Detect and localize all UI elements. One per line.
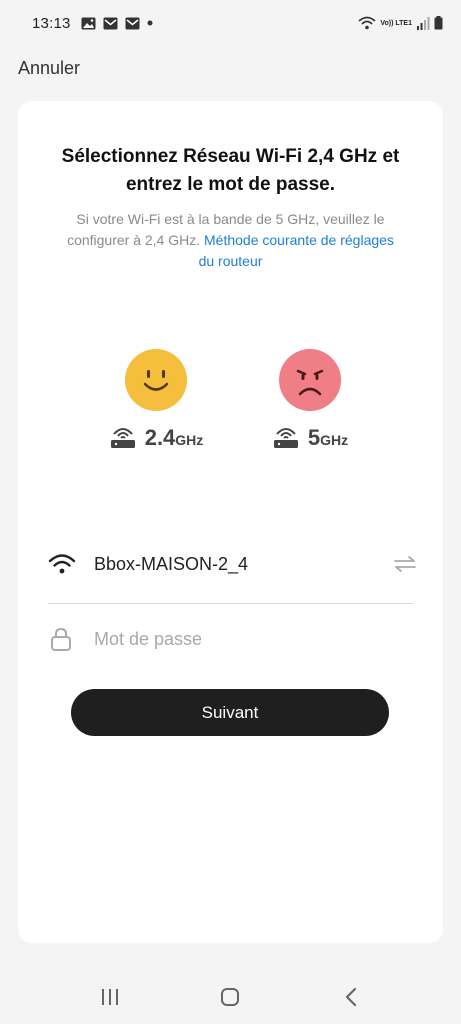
back-icon[interactable] xyxy=(331,977,371,1017)
status-bar: 13:13 Vo)) LTE1 xyxy=(0,0,461,46)
recent-apps-icon[interactable] xyxy=(90,977,130,1017)
password-row xyxy=(48,618,418,660)
band-unit: GHz xyxy=(175,432,204,448)
page-title: Sélectionnez Réseau Wi-Fi 2,4 GHz et ent… xyxy=(61,146,400,195)
happy-face-icon xyxy=(125,349,187,411)
divider xyxy=(48,603,413,604)
sad-face-icon xyxy=(279,349,341,411)
dot-icon xyxy=(147,20,153,26)
router-icon xyxy=(110,428,135,448)
switch-network-icon[interactable] xyxy=(392,554,418,574)
cancel-button[interactable]: Annuler xyxy=(18,58,80,79)
band-2-4ghz: 2.4GHz xyxy=(96,349,216,451)
mail-icon xyxy=(103,17,118,30)
battery-icon xyxy=(434,16,443,30)
mail-icon xyxy=(125,17,140,30)
ssid-value: Bbox-MAISON-2_4 xyxy=(94,553,249,574)
router-icon xyxy=(273,428,298,448)
band-number: 5 xyxy=(307,425,321,450)
password-input[interactable] xyxy=(94,628,384,650)
band-unit: GHz xyxy=(320,432,349,448)
home-icon[interactable] xyxy=(210,977,250,1017)
navigation-bar xyxy=(0,970,461,1024)
ssid-row[interactable]: Bbox-MAISON-2_4 xyxy=(48,541,418,587)
lock-icon xyxy=(51,627,71,651)
signal-icon xyxy=(416,16,430,30)
gallery-icon xyxy=(81,17,96,30)
band-label: 2.4GHz xyxy=(96,425,216,451)
band-number: 2.4 xyxy=(144,425,176,450)
wifi-setup-card: Sélectionnez Réseau Wi-Fi 2,4 GHz et ent… xyxy=(18,101,443,943)
wifi-icon xyxy=(358,16,376,30)
status-time: 13:13 xyxy=(32,14,71,32)
next-button[interactable]: Suivant xyxy=(71,689,389,736)
subtitle: Si votre Wi-Fi est à la bande de 5 GHz, … xyxy=(58,209,403,272)
notification-icons xyxy=(81,17,153,30)
band-label: 5GHz xyxy=(250,425,370,451)
volte-icon: Vo)) LTE1 xyxy=(380,19,412,27)
router-settings-link[interactable]: Méthode courante de réglages du routeur xyxy=(199,232,394,269)
band-5ghz: 5GHz xyxy=(250,349,370,451)
system-icons: Vo)) LTE1 xyxy=(358,16,443,30)
wifi-icon xyxy=(48,554,76,574)
